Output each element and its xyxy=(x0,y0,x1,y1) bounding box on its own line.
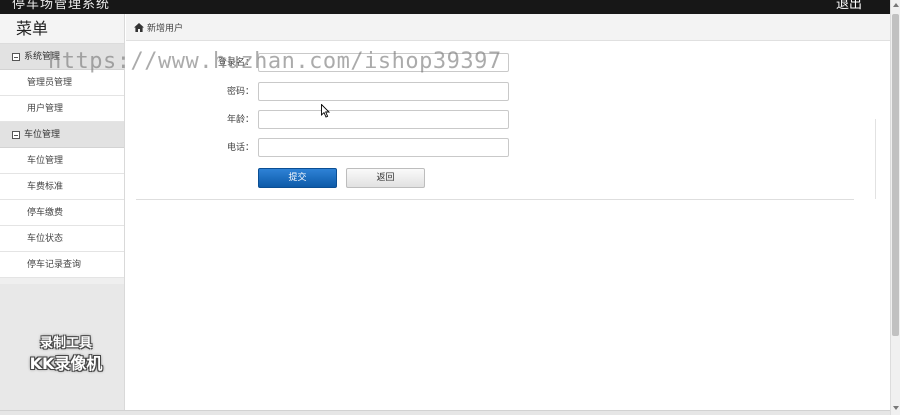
form-row-age: 年龄： xyxy=(136,110,854,132)
scrollbar-thumb[interactable] xyxy=(892,14,899,336)
password-input[interactable] xyxy=(258,82,509,101)
recorder-watermark-line2: KK录像机 xyxy=(29,354,103,373)
age-input[interactable] xyxy=(258,110,509,129)
sidebar-group-label: 系统管理 xyxy=(24,51,61,62)
form-row-phone: 电话： xyxy=(136,138,854,160)
sidebar-group-parking[interactable]: 车位管理 xyxy=(0,122,124,148)
sidebar-item-parking-payment[interactable]: 停车缴费 xyxy=(0,200,124,226)
sidebar-item-fee-standard[interactable]: 车费标准 xyxy=(0,174,124,200)
sidebar-item-parking-records[interactable]: 停车记录查询 xyxy=(0,252,124,278)
sidebar-item-admin-management[interactable]: 管理员管理 xyxy=(0,70,124,96)
divider xyxy=(875,119,876,199)
sidebar-item-space-status[interactable]: 车位状态 xyxy=(0,226,124,252)
top-bar: 停车场管理系统 退出 xyxy=(0,0,890,14)
vertical-scrollbar[interactable] xyxy=(890,0,900,415)
recorder-watermark-line1: 录制工具 xyxy=(39,336,92,351)
age-label: 年龄： xyxy=(226,115,254,125)
sidebar-group-label: 车位管理 xyxy=(24,129,61,140)
sidebar: 菜单 系统管理 管理员管理 用户管理 车位管理 车位管理 车费标准 停车缴费 车… xyxy=(0,14,125,410)
form-row-login: 登录名： xyxy=(136,53,854,75)
collapse-icon xyxy=(12,130,20,139)
back-button[interactable]: 返回 xyxy=(346,168,425,188)
logout-button[interactable]: 退出 xyxy=(836,0,862,12)
collapse-icon xyxy=(12,52,20,61)
breadcrumb-label: 新增用户 xyxy=(147,23,184,34)
sidebar-item-space-management[interactable]: 车位管理 xyxy=(0,148,124,174)
password-label: 密码： xyxy=(226,87,254,97)
breadcrumb: 新增用户 xyxy=(126,14,890,41)
add-user-form: 登录名： 密码： 年龄： 电话： 提交 返回 xyxy=(136,46,854,200)
status-strip xyxy=(0,410,890,415)
home-icon xyxy=(134,22,144,32)
app-title: 停车场管理系统 xyxy=(12,0,111,12)
menu-title: 菜单 xyxy=(0,14,124,44)
scroll-down-icon[interactable] xyxy=(893,406,899,410)
login-name-label: 登录名： xyxy=(217,58,254,68)
phone-input[interactable] xyxy=(258,138,509,157)
form-row-password: 密码： xyxy=(136,82,854,104)
login-name-input[interactable] xyxy=(258,53,509,72)
sidebar-item-user-management[interactable]: 用户管理 xyxy=(0,96,124,122)
submit-button[interactable]: 提交 xyxy=(258,168,337,188)
phone-label: 电话： xyxy=(226,143,254,153)
scroll-up-icon[interactable] xyxy=(893,3,899,7)
main-content: 登录名： 密码： 年龄： 电话： 提交 返回 xyxy=(126,41,890,410)
sidebar-group-system[interactable]: 系统管理 xyxy=(0,44,124,70)
mouse-cursor-icon xyxy=(321,104,331,118)
